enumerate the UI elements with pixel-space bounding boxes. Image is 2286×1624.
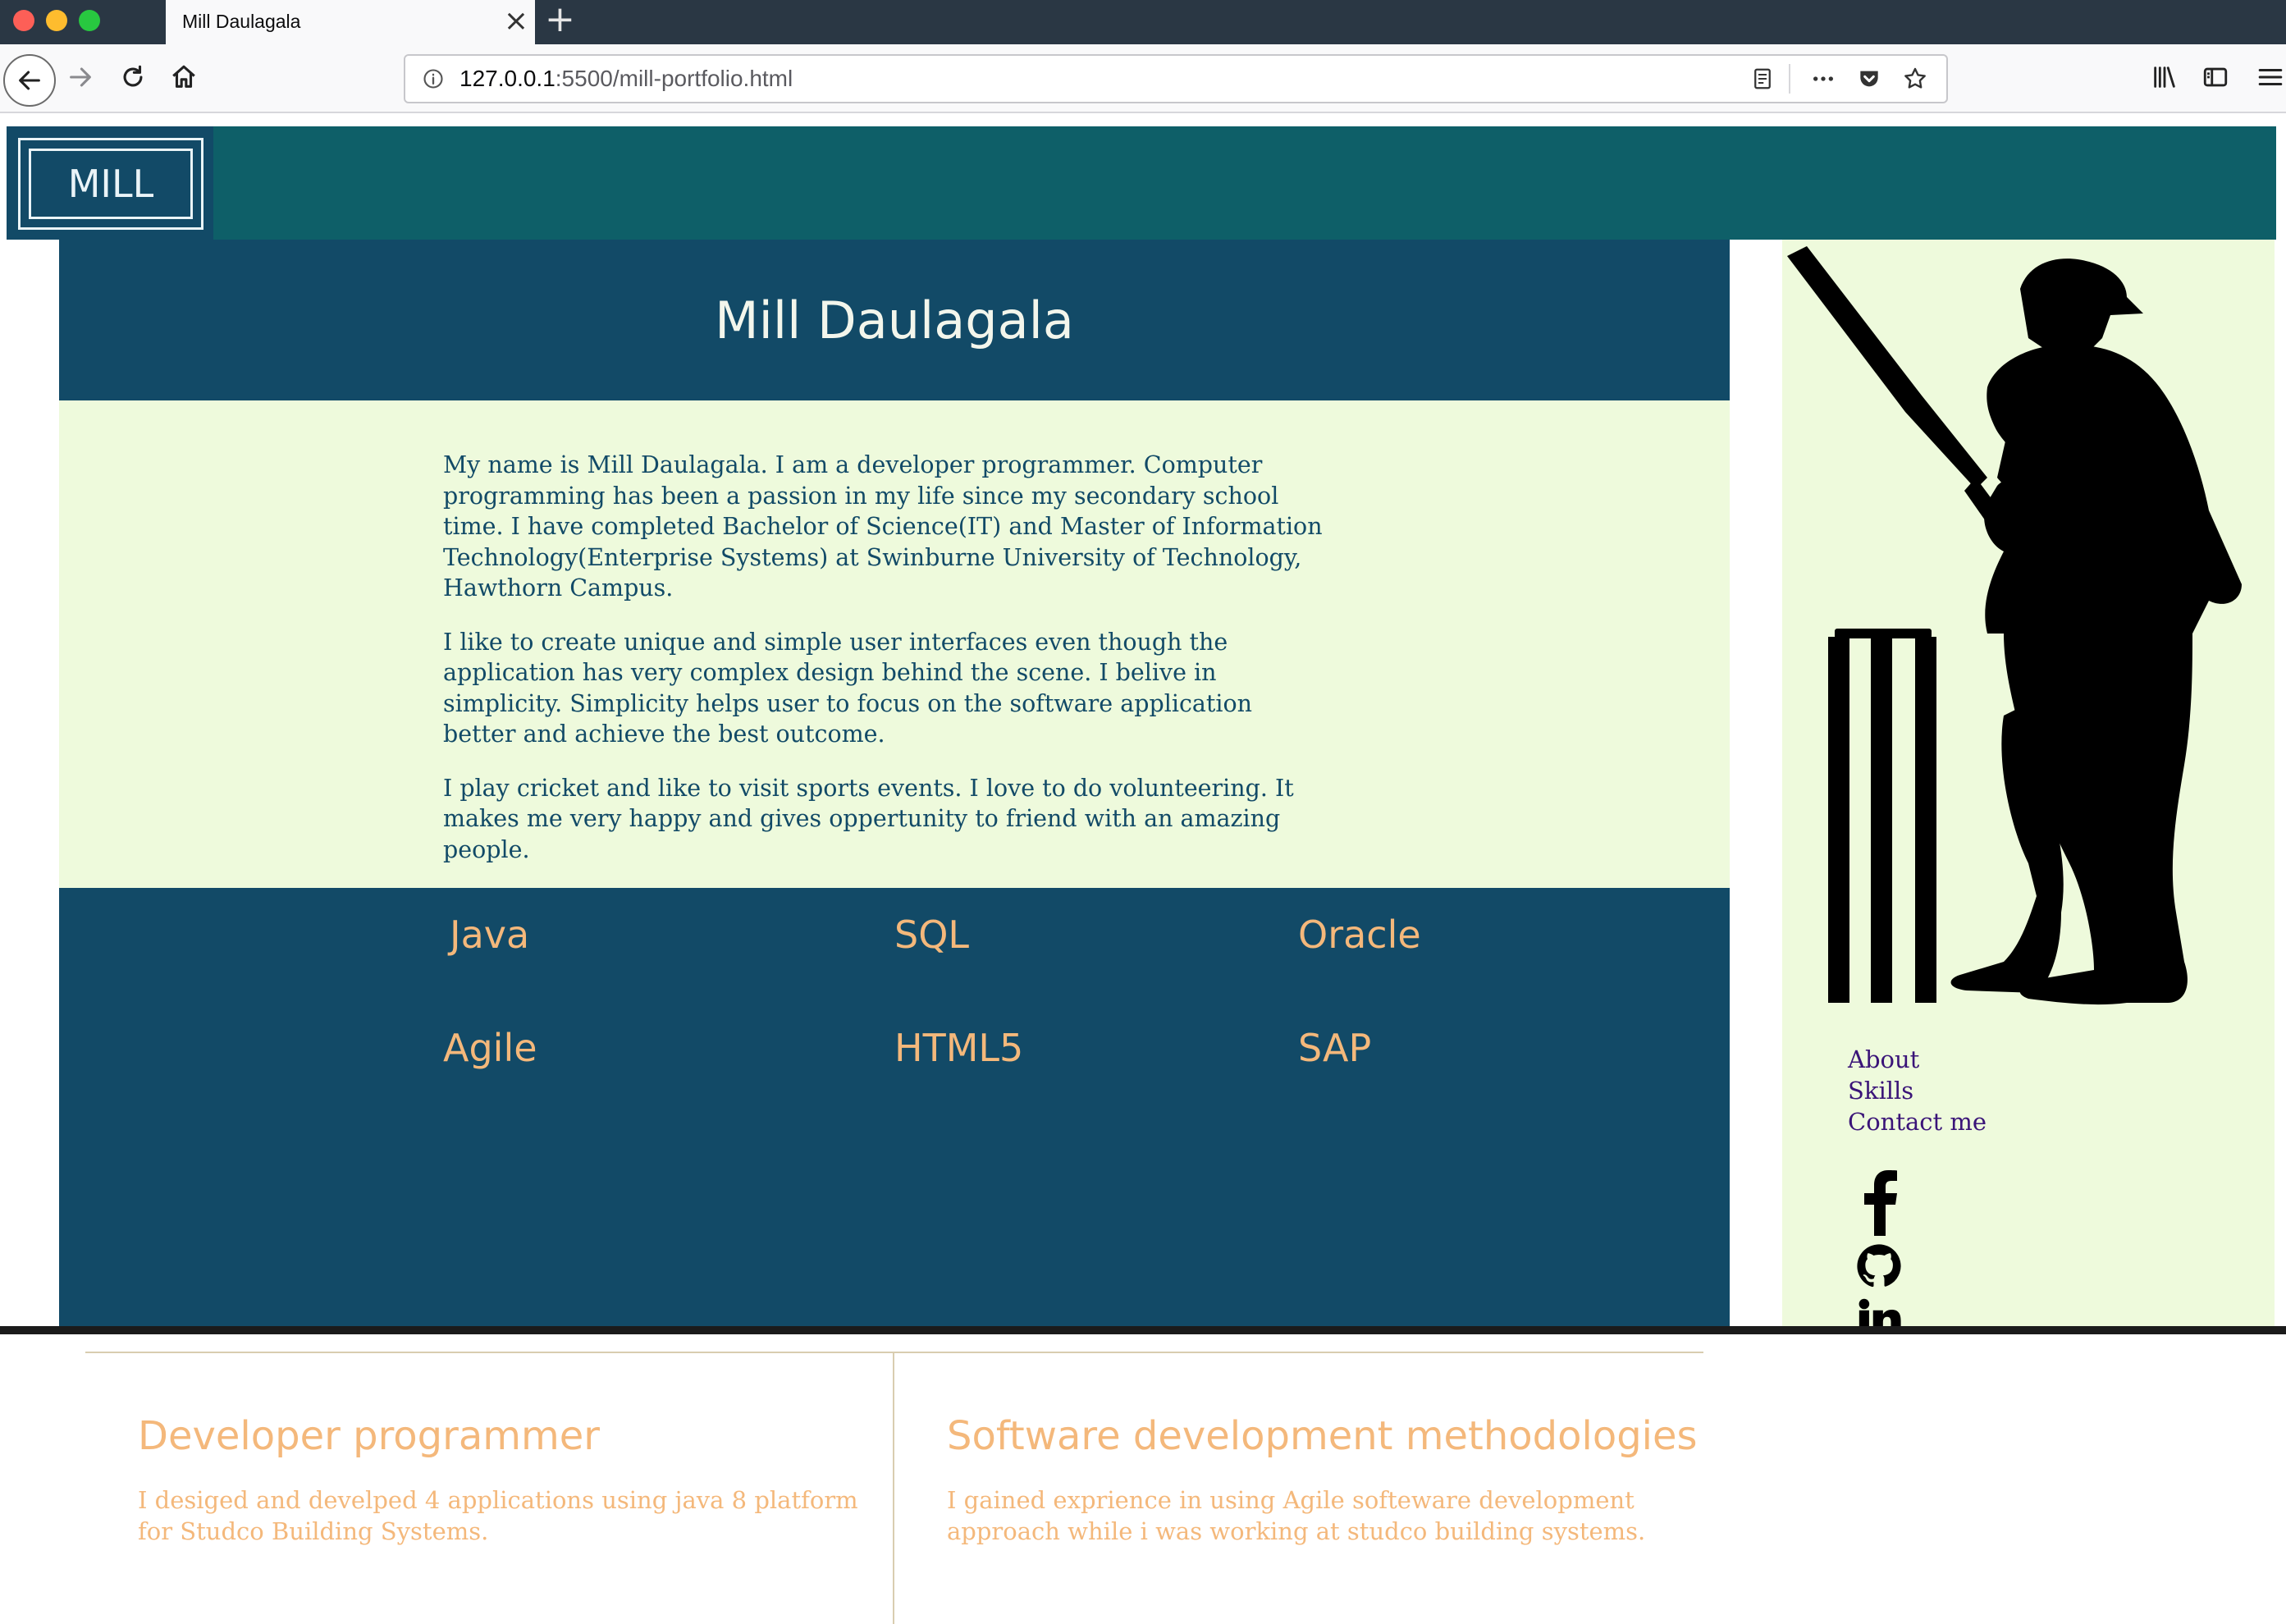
nav-link-contact[interactable]: Contact me	[1848, 1106, 1987, 1137]
window-minimize-button[interactable]	[46, 10, 67, 31]
logo-outer-frame: MILL	[18, 138, 203, 230]
reload-icon	[123, 65, 143, 87]
nav-link-about[interactable]: About	[1848, 1044, 1987, 1075]
card-title: Software development methodologies	[947, 1413, 1698, 1459]
page-title: Mill Daulagala	[715, 290, 1074, 350]
bookmark-star-icon[interactable]	[1900, 64, 1930, 94]
back-button[interactable]	[3, 54, 56, 107]
forward-button[interactable]	[59, 56, 102, 98]
new-tab-icon[interactable]: +	[545, 2, 575, 38]
library-icon	[2154, 66, 2175, 88]
sidebar: About Skills Contact me	[1782, 240, 2275, 1334]
tab-close-icon[interactable]: ×	[504, 5, 528, 38]
card-text: I gained exprience in using Agile softew…	[947, 1486, 1646, 1545]
sidebar-toggle-icon	[2203, 67, 2228, 87]
library-button[interactable]	[2143, 56, 2186, 98]
facebook-icon	[1864, 1170, 1897, 1236]
url-text[interactable]: 127.0.0.1:5500/mill-portfolio.html	[459, 66, 793, 92]
card-text: I desiged and develped 4 applications us…	[138, 1486, 858, 1545]
forward-arrow-icon	[70, 67, 91, 87]
facebook-link[interactable]	[1854, 1167, 1904, 1236]
github-icon	[1857, 1244, 1901, 1288]
menu-button[interactable]	[2256, 56, 2286, 98]
browser-tab[interactable]: Mill Daulagala ×	[166, 0, 535, 44]
skill-oracle: Oracle	[1298, 913, 1421, 957]
skills-section: Java SQL Oracle Agile HTML5 SAP Develope…	[59, 888, 1730, 1624]
home-button[interactable]	[162, 56, 205, 98]
skill-java: Java	[450, 913, 530, 957]
tab-title: Mill Daulagala	[182, 11, 301, 32]
cards-divider	[893, 1353, 894, 1624]
about-paragraph: I like to create unique and simple user …	[443, 628, 1252, 748]
sidebar-nav: About Skills Contact me	[1848, 1044, 1987, 1137]
back-arrow-icon	[19, 71, 40, 90]
about-paragraph: My name is Mill Daulagala. I am a develo…	[443, 451, 1323, 602]
hamburger-menu-icon	[2258, 68, 2283, 86]
github-link[interactable]	[1854, 1242, 1904, 1290]
address-bar[interactable]: 127.0.0.1:5500/mill-portfolio.html	[404, 54, 1948, 103]
browser-toolbar: 127.0.0.1:5500/mill-portfolio.html	[0, 44, 2286, 113]
card-title: Developer programmer	[138, 1413, 601, 1459]
nav-link-skills[interactable]: Skills	[1848, 1075, 1987, 1106]
url-path: :5500/mill-portfolio.html	[555, 66, 793, 91]
site-header: MILL	[7, 126, 2276, 240]
site-info-icon[interactable]	[418, 64, 448, 94]
reload-button[interactable]	[112, 56, 154, 98]
cricketer-silhouette-image	[1787, 246, 2242, 1005]
about-text: My name is Mill Daulagala. I am a develo…	[443, 450, 1329, 888]
logo-text: MILL	[29, 149, 193, 219]
skill-sql: SQL	[894, 913, 970, 957]
sidebar-toggle-button[interactable]	[2194, 56, 2237, 98]
pocket-icon[interactable]	[1854, 64, 1884, 94]
url-host: 127.0.0.1	[459, 66, 555, 91]
skill-html5: HTML5	[894, 1026, 1024, 1070]
logo[interactable]: MILL	[7, 126, 213, 240]
skill-agile: Agile	[443, 1026, 537, 1070]
about-paragraph: I play cricket and like to visit sports …	[443, 774, 1294, 863]
window-close-button[interactable]	[13, 10, 34, 31]
dock-edge	[0, 1326, 2286, 1334]
reader-view-icon[interactable]	[1748, 64, 1777, 94]
browser-tab-bar: Mill Daulagala × +	[0, 0, 2286, 44]
main-content: Mill Daulagala My name is Mill Daulagala…	[59, 240, 1730, 1624]
page-actions-icon[interactable]	[1808, 64, 1838, 94]
window-zoom-button[interactable]	[79, 10, 100, 31]
skills-divider	[85, 1352, 1703, 1353]
url-separator	[1789, 64, 1790, 94]
hero-section: Mill Daulagala	[59, 240, 1730, 400]
skill-sap: SAP	[1298, 1026, 1372, 1070]
about-section: My name is Mill Daulagala. I am a develo…	[59, 400, 1730, 888]
home-icon	[172, 65, 195, 88]
